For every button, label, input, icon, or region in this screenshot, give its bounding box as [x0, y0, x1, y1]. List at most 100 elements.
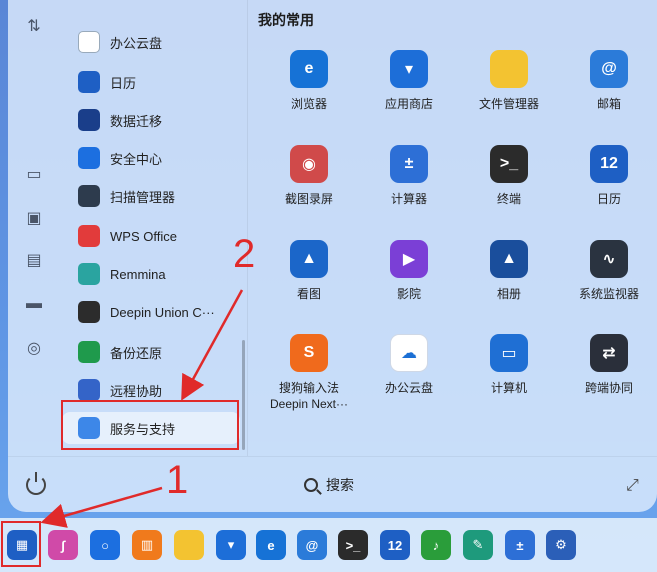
browser-icon[interactable]: e [256, 530, 286, 560]
image-viewer-icon: ▲ [290, 240, 328, 278]
favorite-app[interactable]: @ 邮箱 [562, 50, 656, 112]
mail-icon[interactable]: @ [297, 530, 327, 560]
calendar-icon [78, 71, 100, 93]
highlight-launcher-button [1, 521, 41, 567]
screenshot-icon: ◉ [290, 145, 328, 183]
multitask-icon[interactable]: ▥ [132, 530, 162, 560]
category-label: Deepin Union C··· [110, 304, 215, 320]
deepin-union-icon [78, 301, 100, 323]
category-item[interactable]: 数据迁移 [78, 104, 247, 136]
calculator-icon[interactable]: ± [505, 530, 535, 560]
favorite-app-label: 系统监视器 [578, 287, 639, 301]
search-bar[interactable]: 搜索 [304, 473, 354, 497]
favorites-title: 我的常用 [258, 12, 314, 28]
app-store-icon: ▾ [390, 50, 428, 88]
document-icon[interactable]: ▤ [20, 246, 48, 274]
terminal-icon[interactable]: >_ [338, 530, 368, 560]
category-item[interactable]: Deepin Union C··· [78, 296, 247, 328]
category-label: 远程协助 [110, 383, 163, 399]
category-item[interactable]: 办公云盘 [78, 26, 247, 58]
favorite-app-label: 搜狗输入法 Deepin Next··· [269, 381, 349, 411]
window-icon[interactable]: ▬ [20, 290, 48, 318]
shield-icon [78, 147, 100, 169]
favorite-app[interactable]: ▶ 影院 [362, 240, 456, 302]
folder-icon[interactable] [174, 530, 204, 560]
music-icon[interactable]: ♪ [421, 530, 451, 560]
remmina-icon [78, 263, 100, 285]
favorite-app[interactable]: ▭ 计算机 [462, 334, 556, 396]
calendar-icon[interactable]: 12 [380, 530, 410, 560]
text-editor-icon[interactable]: ✎ [463, 530, 493, 560]
favorite-app[interactable]: ☁ 办公云盘 [362, 334, 456, 396]
favorite-app[interactable]: S 搜狗输入法 Deepin Next··· [262, 334, 356, 412]
cloud-disk-icon [78, 31, 100, 53]
terminal-icon: >_ [490, 145, 528, 183]
settings-icon[interactable]: ⚙ [546, 530, 576, 560]
search-label: 搜索 [326, 477, 354, 493]
data-migration-icon [78, 109, 100, 131]
favorite-app[interactable]: ◉ 截图录屏 [262, 145, 356, 207]
favorite-app-label: 跨端协同 [584, 381, 633, 395]
calculator-icon: ± [390, 145, 428, 183]
browser-icon: e [290, 50, 328, 88]
favorite-app[interactable]: ▲ 看图 [262, 240, 356, 302]
favorite-app[interactable]: ∿ 系统监视器 [562, 240, 656, 302]
monitor-icon[interactable]: ▭ [20, 160, 48, 188]
category-label: 扫描管理器 [110, 189, 176, 205]
aperture-icon[interactable]: ◎ [20, 334, 48, 362]
favorite-app[interactable]: ▲ 相册 [462, 240, 556, 302]
highlight-service-support [61, 400, 239, 450]
search-icon [304, 478, 318, 492]
image-icon[interactable]: ▣ [20, 204, 48, 232]
favorite-app-label: 浏览器 [290, 97, 327, 111]
taskbar: ▦ ∫ ○ ▥ ▾ e @ >_ 12 ♪ ✎ ± ⚙ [0, 518, 657, 572]
category-item[interactable]: Remmina [78, 258, 247, 290]
favorite-app-label: 文件管理器 [478, 97, 539, 111]
annotation-number-1: 1 [166, 458, 189, 502]
favorite-app-label: 日历 [596, 192, 621, 206]
category-item[interactable]: 扫描管理器 [78, 180, 247, 212]
system-monitor-icon: ∿ [590, 240, 628, 278]
search-icon[interactable]: ○ [90, 530, 120, 560]
favorite-app-label: 相册 [496, 287, 521, 301]
favorite-app[interactable]: 文件管理器 [462, 50, 556, 112]
favorite-app[interactable]: >_ 终端 [462, 145, 556, 207]
favorite-app[interactable]: ⇄ 跨端协同 [562, 334, 656, 396]
favorite-app-label: 邮箱 [596, 97, 621, 111]
favorite-app-label: 应用商店 [384, 97, 433, 111]
wps-icon [78, 225, 100, 247]
category-label: 数据迁移 [110, 113, 163, 129]
app-list-scrollbar[interactable] [242, 340, 245, 450]
notes-icon[interactable]: ∫ [48, 530, 78, 560]
app-list: 办公云盘日历数据迁移安全中心扫描管理器 WPS Office Remmina Deep… [60, 0, 248, 456]
fullscreen-expand-icon[interactable]: ⤢ [626, 477, 639, 495]
category-item[interactable]: 备份还原 [78, 336, 247, 368]
album-icon: ▲ [490, 240, 528, 278]
favorite-app-label: 影院 [396, 287, 421, 301]
category-item[interactable]: 安全中心 [78, 142, 247, 174]
app-store-icon[interactable]: ▾ [216, 530, 246, 560]
favorite-app[interactable]: e 浏览器 [262, 50, 356, 112]
favorites-panel: 我的常用 e 浏览器 ▾ 应用商店 文件管理器 @ 邮箱 ◉ 截图录屏 ± 计算器 >_ 终端 12 日历 ▲… [248, 0, 657, 456]
category-label: 办公云盘 [110, 35, 163, 51]
annotation-number-2: 2 [233, 232, 256, 276]
cross-device-icon: ⇄ [590, 334, 628, 372]
folder-icon [490, 50, 528, 88]
scanner-icon [78, 185, 100, 207]
sort-toggle-icon[interactable]: ⇅ [20, 12, 48, 40]
category-item[interactable]: WPS Office [78, 220, 247, 252]
computer-icon: ▭ [490, 334, 528, 372]
mail-icon: @ [590, 50, 628, 88]
category-label: Remmina [110, 266, 166, 282]
category-item[interactable]: 日历 [78, 66, 247, 98]
sogou-icon: S [290, 334, 328, 372]
power-icon[interactable] [26, 472, 46, 495]
cloud-disk-icon: ☁ [390, 334, 428, 372]
category-label: WPS Office [110, 228, 177, 244]
category-rail: ⇅ ▭ ▣ ▤ ▬ ◎ [8, 0, 60, 456]
favorite-app[interactable]: ▾ 应用商店 [362, 50, 456, 112]
favorite-app[interactable]: ± 计算器 [362, 145, 456, 207]
favorite-app-label: 看图 [296, 287, 321, 301]
category-label: 安全中心 [110, 151, 163, 167]
favorite-app[interactable]: 12 日历 [562, 145, 656, 207]
